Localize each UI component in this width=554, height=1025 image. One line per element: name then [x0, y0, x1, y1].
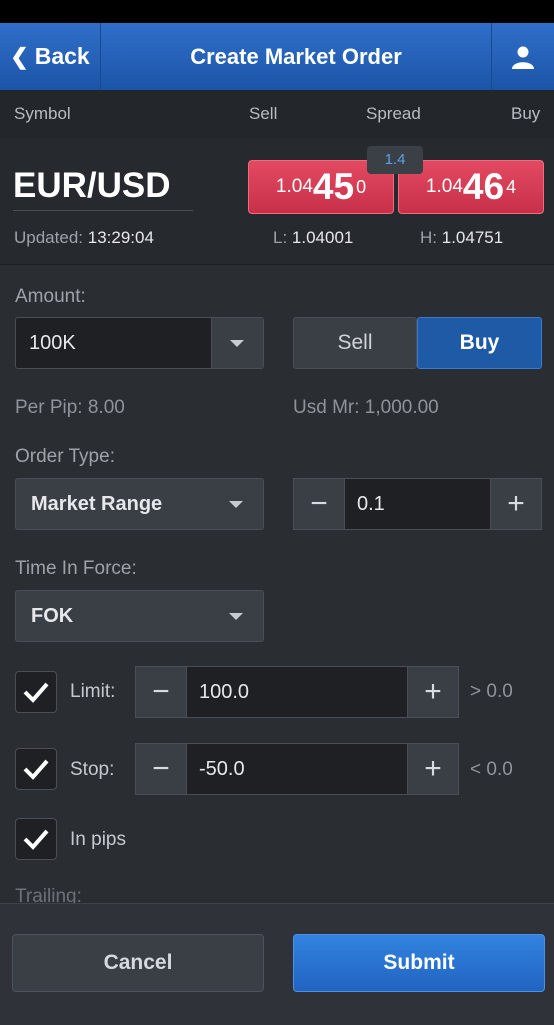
stop-input[interactable]: -50.0 [187, 743, 407, 795]
spread-badge: 1.4 [367, 146, 423, 174]
limit-stepper: − 100.0 + [135, 666, 459, 718]
stop-compare: < 0.0 [470, 759, 513, 780]
status-bar [0, 0, 554, 23]
amount-dropdown-toggle[interactable] [211, 318, 263, 368]
time-in-force-value: FOK [31, 604, 74, 627]
sell-price-prefix: 1.04 [275, 176, 313, 197]
chevron-left-icon: ❮ [10, 43, 29, 69]
plus-icon: + [424, 675, 442, 708]
usd-margin: Usd Mr: 1,000.00 [293, 397, 439, 418]
limit-decrement-button[interactable]: − [135, 666, 187, 718]
time-in-force-dropdown[interactable]: FOK [15, 590, 264, 642]
plus-icon: + [507, 487, 525, 520]
limit-compare: > 0.0 [470, 681, 513, 702]
user-icon [512, 46, 534, 69]
nav-bar: ❮ Back Create Market Order [0, 23, 554, 90]
buy-price-fraction: 4 [506, 176, 517, 197]
per-pip: Per Pip: 8.00 [15, 397, 125, 418]
low-label: L: [273, 228, 288, 247]
stop-decrement-button[interactable]: − [135, 743, 187, 795]
col-symbol: Symbol [14, 104, 71, 123]
col-buy: Buy [511, 104, 541, 123]
order-type-dropdown[interactable]: Market Range [15, 478, 264, 530]
low-value: 1.04001 [291, 228, 354, 247]
sell-price-fraction: 0 [356, 176, 367, 197]
range-stepper: − 0.1 + [293, 478, 542, 530]
updated-value: 13:29:04 [87, 228, 154, 247]
stop-increment-button[interactable]: + [407, 743, 459, 795]
checkmark-icon [23, 759, 49, 780]
chevron-down-icon [230, 340, 244, 347]
col-sell: Sell [249, 104, 278, 123]
symbol-name: EUR/USD [13, 166, 171, 205]
updated-time: Updated: 13:29:04 [14, 228, 154, 248]
amount-value: 100K [29, 331, 76, 354]
footer-bar: Cancel Submit [0, 903, 554, 1025]
chevron-down-icon [229, 613, 243, 620]
buy-price-pips: 46 [462, 166, 505, 207]
high-value: 1.04751 [441, 228, 504, 247]
limit-increment-button[interactable]: + [407, 666, 459, 718]
stop-stepper: − -50.0 + [135, 743, 459, 795]
limit-checkbox[interactable] [15, 671, 57, 713]
chevron-down-icon [229, 501, 243, 508]
minus-icon: − [152, 752, 170, 785]
user-button[interactable] [491, 23, 554, 90]
back-button[interactable]: ❮ Back [0, 23, 101, 90]
in-pips-checkbox[interactable] [15, 818, 57, 860]
limit-input[interactable]: 100.0 [187, 666, 407, 718]
order-type-label: Order Type: [15, 446, 115, 467]
plus-icon: + [424, 752, 442, 785]
time-in-force-label: Time In Force: [15, 558, 137, 579]
submit-button[interactable]: Submit [293, 934, 545, 992]
in-pips-label: In pips [70, 829, 126, 850]
amount-label: Amount: [15, 286, 86, 307]
limit-label: Limit: [70, 681, 116, 702]
minus-icon: − [310, 487, 328, 520]
updated-label: Updated: [14, 228, 83, 247]
stop-label: Stop: [70, 759, 115, 780]
high-price: H: 1.04751 [420, 228, 503, 248]
minus-icon: − [152, 675, 170, 708]
range-increment-button[interactable]: + [490, 478, 542, 530]
cancel-button[interactable]: Cancel [12, 934, 264, 992]
quote-panel: EUR/USD 1.4 1.04 45 0 1.04 46 4 Updated:… [0, 138, 554, 265]
high-label: H: [420, 228, 437, 247]
buy-toggle[interactable]: Buy [417, 317, 542, 369]
back-label: Back [34, 43, 90, 69]
col-spread: Spread [366, 104, 421, 123]
sell-price-pips: 45 [312, 166, 355, 207]
low-price: L: 1.04001 [273, 228, 353, 248]
sell-toggle[interactable]: Sell [293, 317, 417, 369]
amount-dropdown[interactable]: 100K [15, 317, 264, 369]
range-input[interactable]: 0.1 [345, 478, 490, 530]
page-title: Create Market Order [190, 44, 402, 69]
column-header: Symbol Sell Spread Buy [0, 90, 554, 138]
order-type-value: Market Range [31, 492, 163, 515]
checkmark-icon [23, 682, 49, 703]
symbol-divider [13, 210, 193, 211]
stop-checkbox[interactable] [15, 748, 57, 790]
range-decrement-button[interactable]: − [293, 478, 345, 530]
checkmark-icon [23, 829, 49, 850]
buy-price-prefix: 1.04 [425, 176, 463, 197]
